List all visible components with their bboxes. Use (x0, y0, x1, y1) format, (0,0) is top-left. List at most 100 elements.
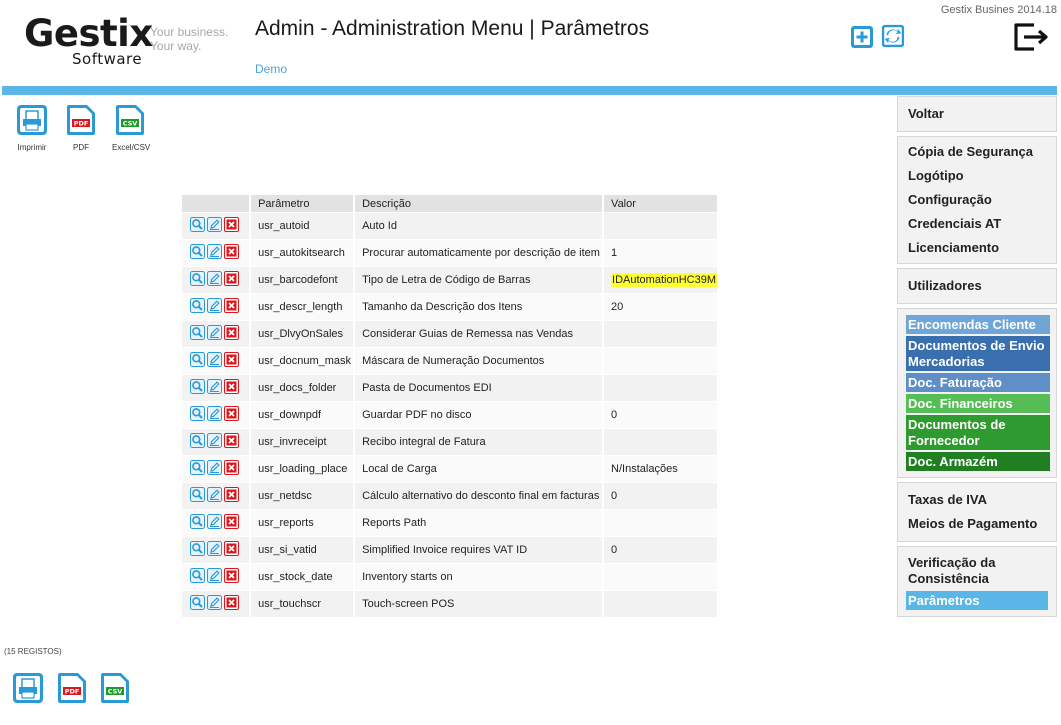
pdf-button[interactable]: PDF PDF (63, 104, 99, 152)
cell-description: Pasta de Documentos EDI (355, 374, 605, 401)
cell-value: N/Instalações (604, 455, 719, 482)
bottom-pdf-button[interactable]: PDF (56, 672, 88, 704)
edit-icon[interactable] (207, 541, 222, 559)
sidebar-item-credenciais-at[interactable]: Credenciais AT (898, 213, 1056, 235)
table-row[interactable]: usr_si_vatid Simplified Invoice requires … (182, 536, 719, 563)
sidebar-item-configuracao[interactable]: Configuração (898, 189, 1056, 211)
cell-value: 0 (604, 482, 719, 509)
view-icon[interactable] (190, 406, 205, 424)
cell-description: Local de Carga (355, 455, 605, 482)
sidebar-item-encomendas-cliente[interactable]: Encomendas Cliente (906, 315, 1050, 334)
edit-icon[interactable] (207, 379, 222, 397)
view-icon[interactable] (190, 325, 205, 343)
view-icon[interactable] (190, 352, 205, 370)
table-row[interactable]: usr_loading_place Local de Carga N/Instala… (182, 455, 719, 482)
sidebar-item-backup[interactable]: Cópia de Segurança (898, 141, 1056, 163)
edit-icon[interactable] (207, 244, 222, 262)
sidebar-item-licenciamento[interactable]: Licenciamento (898, 237, 1056, 259)
company-link[interactable]: Demo (255, 62, 287, 76)
sidebar-item-parametros[interactable]: Parâmetros (906, 591, 1048, 610)
edit-icon[interactable] (207, 568, 222, 586)
edit-icon[interactable] (207, 271, 222, 289)
view-icon[interactable] (190, 379, 205, 397)
view-icon[interactable] (190, 271, 205, 289)
edit-icon[interactable] (207, 487, 222, 505)
delete-icon[interactable] (224, 406, 239, 424)
delete-icon[interactable] (224, 595, 239, 613)
delete-icon[interactable] (224, 541, 239, 559)
column-header-description[interactable]: Descrição (355, 195, 605, 212)
delete-icon[interactable] (224, 352, 239, 370)
sidebar-item-taxas-iva[interactable]: Taxas de IVA (898, 489, 1056, 511)
delete-icon[interactable] (224, 217, 239, 235)
sidebar-item-doc-financeiros[interactable]: Doc. Financeiros (906, 394, 1050, 413)
cell-value (604, 563, 719, 590)
sync-icon[interactable] (881, 24, 905, 48)
delete-icon[interactable] (224, 514, 239, 532)
edit-icon[interactable] (207, 352, 222, 370)
delete-icon[interactable] (224, 271, 239, 289)
edit-icon[interactable] (207, 514, 222, 532)
sidebar-item-logo[interactable]: Logótipo (898, 165, 1056, 187)
sidebar-item-verificacao[interactable]: Verificação da Consistência (898, 553, 1056, 589)
table-row[interactable]: usr_netdsc Cálculo alternativo do descont… (182, 482, 719, 509)
table-row[interactable]: usr_docnum_mask Máscara de Numeração Docu… (182, 347, 719, 374)
table-row[interactable]: usr_autokitsearch Procurar automaticament… (182, 239, 719, 266)
view-icon[interactable] (190, 433, 205, 451)
table-row[interactable]: usr_invreceipt Recibo integral de Fatura (182, 428, 719, 455)
print-button[interactable]: Imprimir (14, 104, 50, 152)
delete-icon[interactable] (224, 325, 239, 343)
row-actions (182, 509, 252, 536)
view-icon[interactable] (190, 487, 205, 505)
edit-icon[interactable] (207, 325, 222, 343)
view-icon[interactable] (190, 460, 205, 478)
view-icon[interactable] (190, 595, 205, 613)
add-icon[interactable] (850, 25, 874, 49)
view-icon[interactable] (190, 217, 205, 235)
edit-icon[interactable] (207, 406, 222, 424)
delete-icon[interactable] (224, 487, 239, 505)
view-icon[interactable] (190, 568, 205, 586)
bottom-print-button[interactable] (12, 672, 44, 704)
sidebar-item-documentos-fornecedor[interactable]: Documentos de Fornecedor (906, 415, 1050, 450)
delete-icon[interactable] (224, 379, 239, 397)
table-row[interactable]: usr_touchscr Touch-screen POS (182, 590, 719, 617)
sidebar-item-doc-armazem[interactable]: Doc. Armazém (906, 452, 1050, 471)
logout-icon[interactable] (1012, 22, 1050, 52)
sidebar-item-documentos-envio[interactable]: Documentos de Envio Mercadorias (906, 336, 1050, 371)
edit-icon[interactable] (207, 433, 222, 451)
table-row[interactable]: usr_descr_length Tamanho da Descrição dos… (182, 293, 719, 320)
csv-button[interactable]: CSV Excel/CSV (112, 104, 150, 152)
table-row[interactable]: usr_docs_folder Pasta de Documentos EDI (182, 374, 719, 401)
view-icon[interactable] (190, 541, 205, 559)
edit-icon[interactable] (207, 595, 222, 613)
delete-icon[interactable] (224, 244, 239, 262)
sidebar-group-modules: Encomendas Cliente Documentos de Envio M… (897, 308, 1057, 478)
view-icon[interactable] (190, 298, 205, 316)
sidebar-item-voltar[interactable]: Voltar (898, 103, 1056, 125)
delete-icon[interactable] (224, 460, 239, 478)
view-icon[interactable] (190, 514, 205, 532)
sidebar-item-meios-pagamento[interactable]: Meios de Pagamento (898, 513, 1056, 535)
gestix-logo[interactable]: Gestix Software Your business. Your way. (24, 14, 234, 70)
bottom-csv-button[interactable]: CSV (99, 672, 131, 704)
table-row[interactable]: usr_stock_date Inventory starts on (182, 563, 719, 590)
print-icon (17, 105, 47, 135)
view-icon[interactable] (190, 244, 205, 262)
sidebar-item-doc-faturacao[interactable]: Doc. Faturação (906, 373, 1050, 392)
sidebar-item-utilizadores[interactable]: Utilizadores (898, 275, 1056, 297)
column-header-value[interactable]: Valor (604, 195, 719, 212)
delete-icon[interactable] (224, 568, 239, 586)
edit-icon[interactable] (207, 217, 222, 235)
table-row[interactable]: usr_downpdf Guardar PDF no disco 0 (182, 401, 719, 428)
column-header-parameter[interactable]: Parâmetro (251, 195, 356, 212)
edit-icon[interactable] (207, 460, 222, 478)
table-row[interactable]: usr_barcodefont Tipo de Letra de Código d… (182, 266, 719, 293)
delete-icon[interactable] (224, 433, 239, 451)
table-row[interactable]: usr_reports Reports Path (182, 509, 719, 536)
edit-icon[interactable] (207, 298, 222, 316)
pdf-icon: PDF (67, 105, 95, 135)
table-row[interactable]: usr_DlvyOnSales Considerar Guias de Remes… (182, 320, 719, 347)
delete-icon[interactable] (224, 298, 239, 316)
table-row[interactable]: usr_autoid Auto Id (182, 212, 719, 239)
